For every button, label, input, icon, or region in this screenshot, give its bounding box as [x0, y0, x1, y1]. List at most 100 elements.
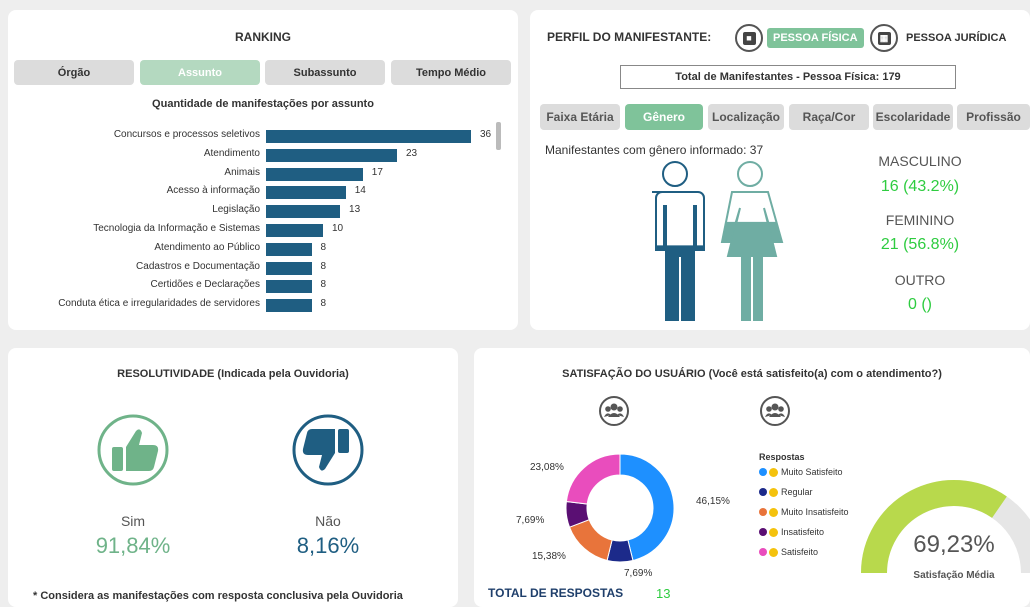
legend-dot: [759, 468, 767, 476]
masculino-value: 16 (43.2%): [880, 178, 960, 195]
ranking-scrollbar[interactable]: [496, 122, 501, 150]
smiley-icon: [769, 547, 778, 557]
bar-label: Concursos e processos seletivos: [113, 129, 260, 140]
outro-value: 0 (): [908, 296, 932, 313]
bar[interactable]: [266, 186, 346, 200]
tab-faixa-etaria[interactable]: Faixa Etária: [540, 104, 620, 130]
smiley-icon: [769, 527, 778, 537]
legend-label: Muito Insatisfeito: [781, 507, 849, 517]
bar-label: Animais: [224, 166, 260, 178]
tab-profissao[interactable]: Profissão: [957, 104, 1030, 130]
legend-item[interactable]: Insatisfeito: [759, 527, 824, 537]
female-figure-icon: [720, 161, 784, 321]
ranking-subtitle: Quantidade de manifestações por assunto: [152, 98, 374, 110]
perfil-title: PERFIL DO MANIFESTANTE:: [547, 30, 712, 44]
tab-localizacao[interactable]: Localização: [708, 104, 784, 130]
bar-value-label: 36: [480, 129, 492, 140]
bar-value-label: 14: [354, 185, 366, 197]
satisfacao-card: SATISFAÇÃO DO USUÁRIO (Você está satisfe…: [474, 348, 1030, 607]
nao-label: Não: [315, 513, 341, 529]
bar[interactable]: [266, 167, 363, 181]
gauge-value: 69,23%: [913, 531, 995, 558]
bar[interactable]: [266, 130, 471, 143]
tab-tempo-medio[interactable]: Tempo Médio: [391, 60, 511, 85]
bar[interactable]: [266, 299, 312, 313]
male-figure-icon: [652, 161, 705, 321]
bar-value-label: 13: [349, 204, 361, 216]
legend-item[interactable]: Regular: [759, 487, 813, 497]
bar[interactable]: [266, 224, 323, 237]
smiley-icon: [769, 487, 778, 497]
bar-label: Atendimento: [203, 147, 260, 159]
donut-slice-label: 7,69%: [516, 515, 544, 526]
gender-figures: [652, 161, 784, 321]
bar-value-label: 8: [320, 298, 327, 310]
bar-value-label: 10: [331, 223, 344, 234]
legend-dot: [759, 508, 767, 516]
feminino-label: FEMININO: [885, 212, 955, 228]
bar-value-label: 23: [405, 147, 418, 159]
bar-value-label: 17: [371, 166, 383, 178]
smiley-icon: [769, 467, 778, 477]
total-respostas-label: TOTAL DE RESPOSTAS: [488, 586, 624, 600]
bar[interactable]: [266, 205, 341, 219]
legend-item[interactable]: Muito Insatisfeito: [759, 507, 849, 517]
pessoa-juridica-button[interactable]: ▦ PESSOA JURÍDICA: [870, 24, 1010, 52]
masculino-label: MASCULINO: [878, 153, 962, 169]
legend-label: Satisfeito: [781, 547, 819, 557]
tab-raca-cor[interactable]: Raça/Cor: [789, 104, 869, 130]
legend-label: Muito Satisfeito: [781, 467, 843, 477]
donut-slice-label: 23,08%: [530, 462, 564, 473]
legend-label: Insatisfeito: [781, 527, 825, 537]
gender-info: Manifestantes com gênero informado: 37: [545, 143, 764, 157]
sim-label: Sim: [120, 513, 146, 529]
donut-slice-label: 15,38%: [532, 551, 566, 562]
resolutividade-title: RESOLUTIVIDADE (Indicada pela Ouvidoria): [117, 368, 349, 380]
thumbs-up-icon: [97, 414, 169, 486]
bar[interactable]: [266, 148, 397, 162]
bar[interactable]: [266, 242, 312, 256]
tab-orgao[interactable]: Órgão: [14, 60, 134, 85]
bar-label: Conduta ética e irregularidades de servi…: [58, 298, 260, 310]
donut-slice-label: 46,15%: [696, 496, 730, 507]
ranking-title: RANKING: [235, 30, 291, 44]
resolutividade-footnote: * Considera as manifestações com respost…: [33, 590, 403, 602]
bar-label: Atendimento ao Público: [154, 241, 260, 253]
sim-value: 91,84%: [95, 533, 171, 558]
bar-label: Legislação: [212, 204, 260, 216]
legend-item[interactable]: Muito Satisfeito: [759, 467, 843, 477]
legend-title: Respostas: [759, 452, 805, 462]
resolutividade-card: RESOLUTIVIDADE (Indicada pela Ouvidoria)…: [8, 348, 458, 607]
bar-label: Tecnologia da Informação e Sistemas: [93, 223, 260, 234]
perfil-card: PERFIL DO MANIFESTANTE: ■ PESSOA FÍSICA …: [530, 10, 1030, 330]
total-respostas-value: 13: [656, 586, 671, 601]
legend-item[interactable]: Satisfeito: [759, 547, 818, 557]
legend-dot: [759, 488, 767, 496]
legend-label: Regular: [781, 487, 813, 497]
thumbs-down-icon: [292, 414, 364, 486]
tab-escolaridade[interactable]: Escolaridade: [873, 104, 953, 130]
bar-label: Certidões e Declarações: [150, 279, 261, 291]
legend-dot: [759, 528, 767, 536]
bar-label: Acesso à informação: [166, 185, 260, 197]
tab-genero[interactable]: Gênero: [625, 104, 703, 130]
bar[interactable]: [266, 261, 312, 275]
pessoa-fisica-button[interactable]: ■ PESSOA FÍSICA: [735, 24, 864, 52]
donut-slice[interactable]: [568, 519, 613, 562]
donut-slice[interactable]: [565, 453, 621, 505]
donut-slice-label: 7,69%: [624, 568, 652, 579]
tab-assunto[interactable]: Assunto: [140, 60, 260, 85]
pessoa-fisica-label: PESSOA FÍSICA: [767, 28, 864, 48]
bar[interactable]: [266, 280, 312, 294]
total-manifestantes: Total de Manifestantes - Pessoa Física: …: [620, 65, 956, 89]
nao-value: 8,16%: [296, 533, 360, 558]
gauge-label: Satisfação Média: [913, 570, 995, 581]
bar-label: Cadastros e Documentação: [136, 260, 260, 272]
person-icon: ■: [735, 24, 763, 52]
smiley-icon: [769, 507, 778, 517]
outro-label: OUTRO: [894, 272, 946, 288]
legend-dot: [759, 548, 767, 556]
tab-subassunto[interactable]: Subassunto: [265, 60, 385, 85]
feminino-value: 21 (56.8%): [880, 236, 960, 253]
bar-value-label: 8: [320, 279, 327, 291]
